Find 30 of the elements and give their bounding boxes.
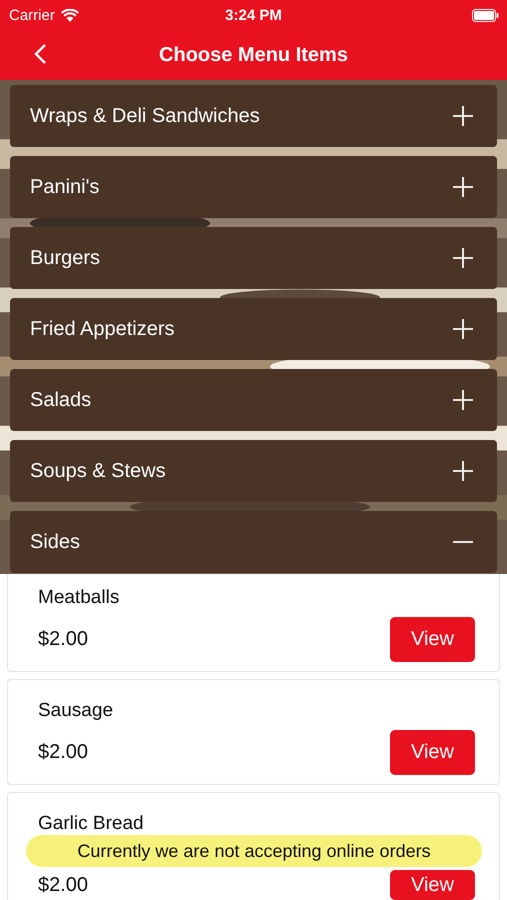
item-name: Meatballs bbox=[38, 587, 120, 609]
category-name: Fried Appetizers bbox=[30, 318, 175, 340]
status-toast: Currently we are not accepting online orders bbox=[26, 835, 482, 867]
item-name: Sausage bbox=[38, 700, 114, 722]
battery-icon bbox=[472, 8, 499, 22]
item-price: $2.00 bbox=[38, 628, 88, 651]
view-button[interactable]: View bbox=[390, 730, 475, 775]
category-name: Salads bbox=[30, 388, 92, 412]
category-row[interactable]: Fried Appetizers bbox=[10, 298, 497, 360]
item-price: $2.00 bbox=[38, 741, 88, 764]
view-button[interactable]: View bbox=[390, 617, 475, 662]
item-name: Garlic Bread bbox=[38, 813, 145, 835]
category-name: Burgers bbox=[30, 246, 100, 270]
view-button[interactable]: View bbox=[390, 870, 475, 900]
wifi-icon bbox=[60, 8, 79, 22]
clock-time: 3:24 PM bbox=[225, 6, 282, 24]
category-name: Soups & Stews bbox=[30, 460, 166, 482]
category-name: Panini's bbox=[30, 176, 100, 198]
category-name: Wraps & Deli Sandwiches bbox=[30, 104, 260, 128]
category-row[interactable]: Salads bbox=[10, 369, 497, 431]
category-row[interactable]: Sides bbox=[10, 511, 497, 573]
category-row[interactable]: Wraps & Deli Sandwiches bbox=[10, 85, 497, 147]
category-row[interactable]: Soups & Stews bbox=[10, 440, 497, 502]
screen-title: Choose Menu Items bbox=[159, 44, 348, 66]
back-icon[interactable] bbox=[33, 43, 47, 65]
item-price: $2.00 bbox=[38, 874, 88, 896]
category-row[interactable]: Burgers bbox=[10, 227, 497, 289]
category-name: Sides bbox=[30, 530, 80, 554]
carrier-label: Carrier bbox=[9, 6, 55, 24]
category-row[interactable]: Panini's bbox=[10, 156, 497, 218]
